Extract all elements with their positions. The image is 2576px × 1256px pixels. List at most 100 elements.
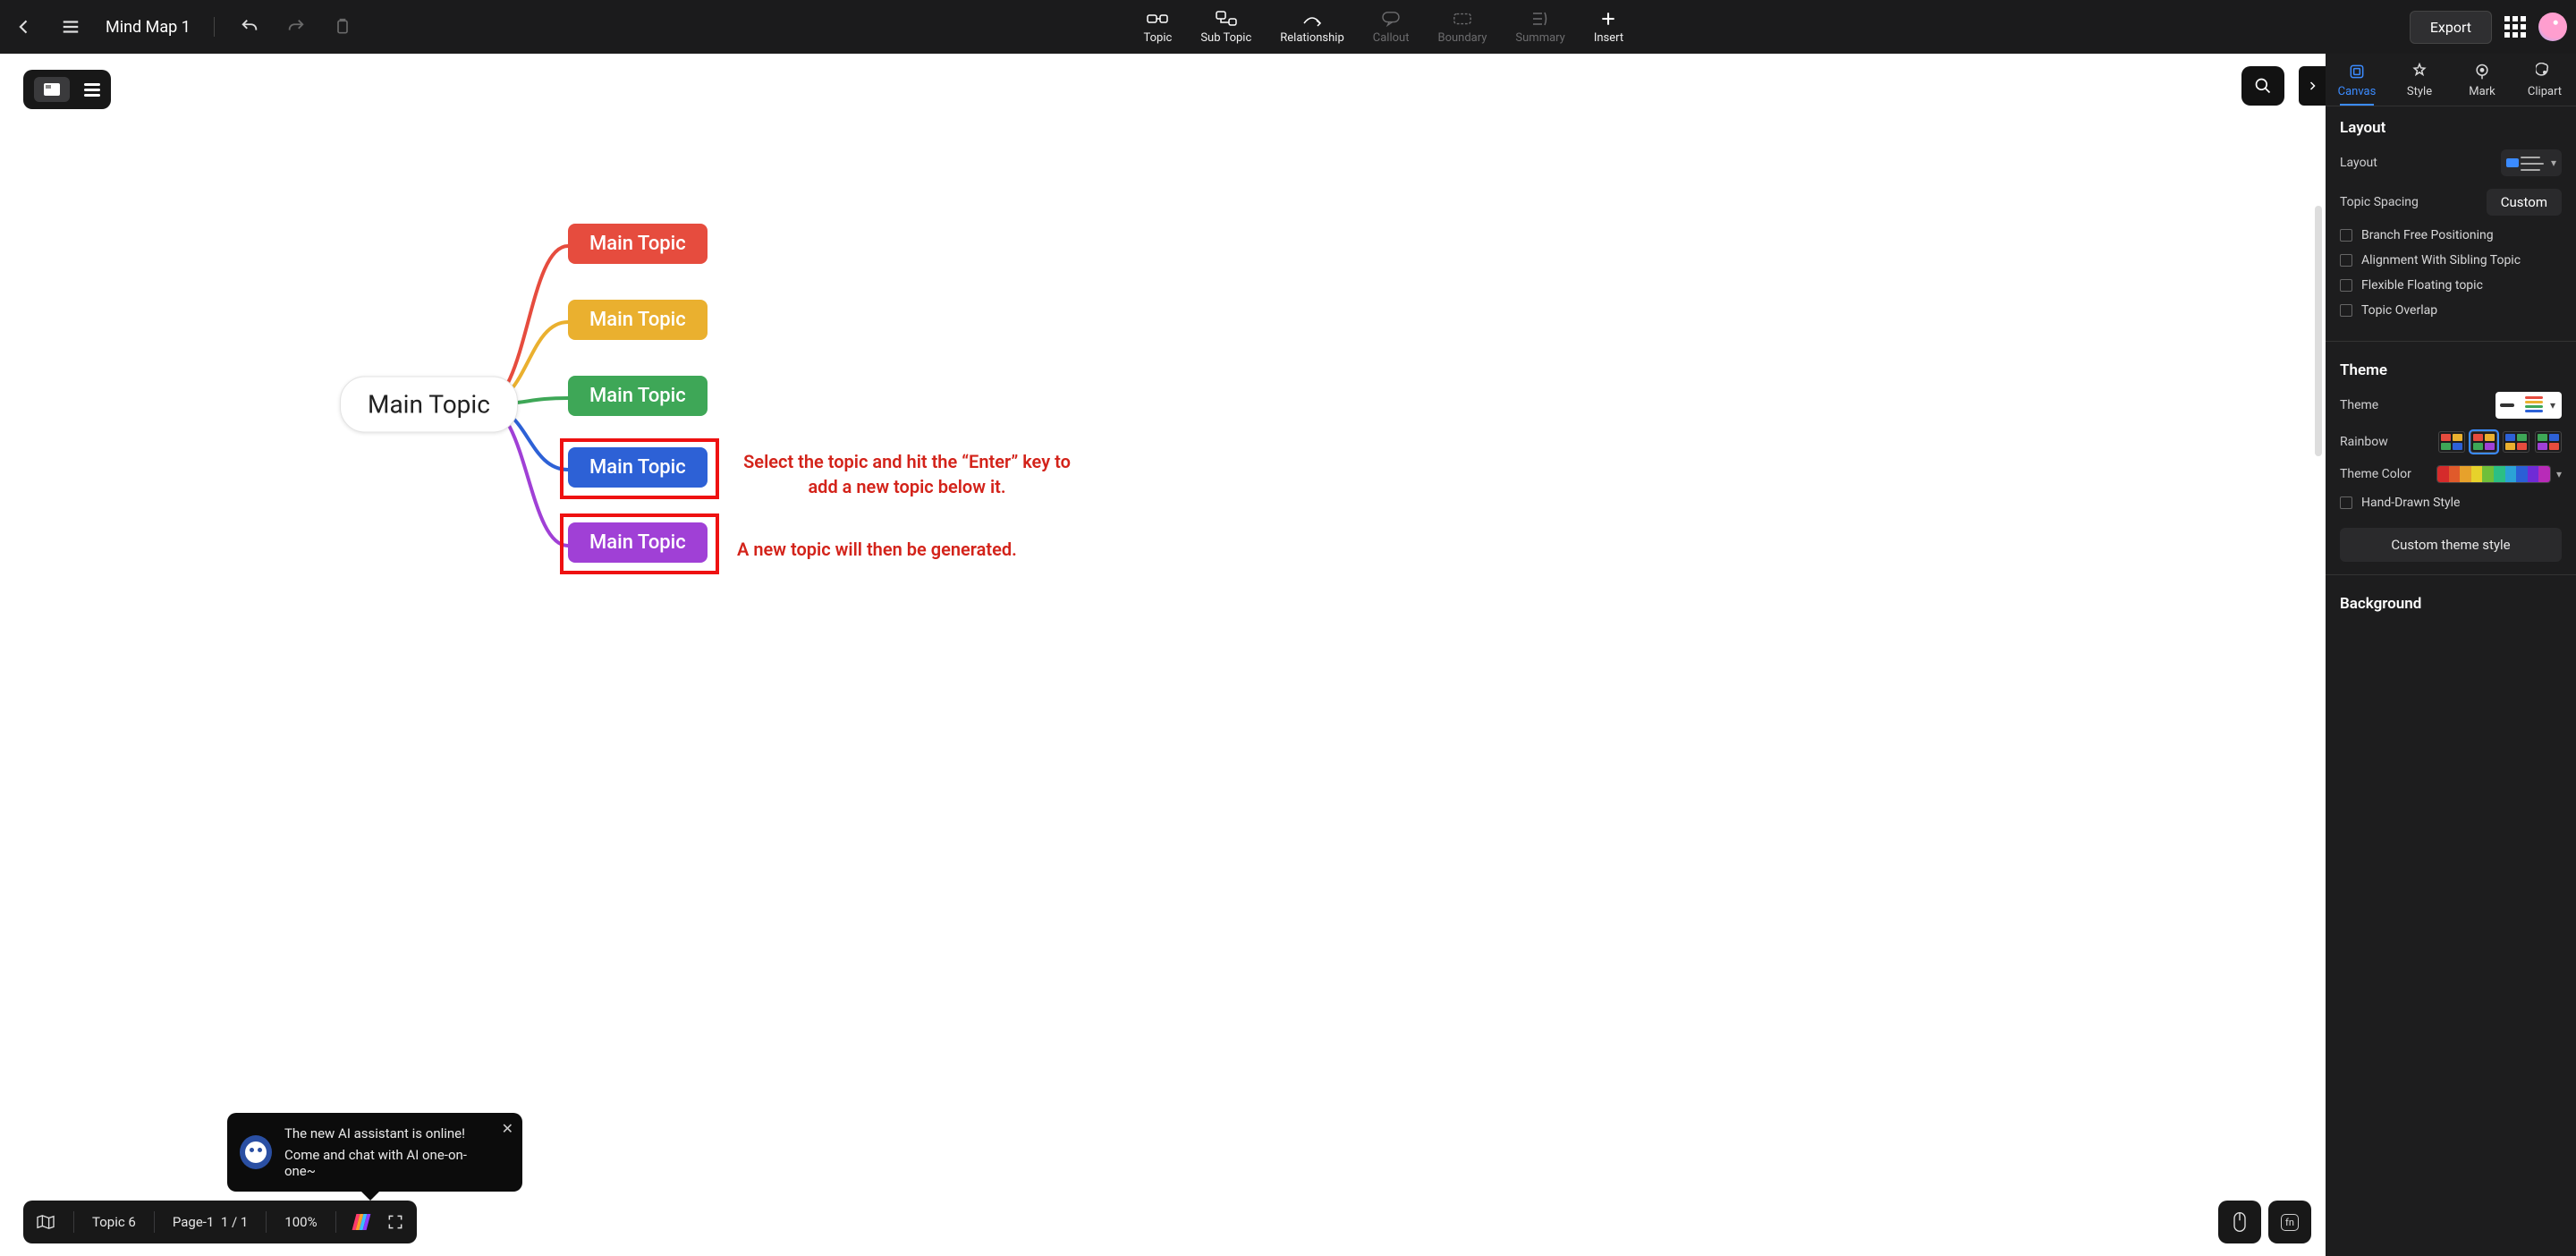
chevron-down-icon[interactable]: ▾ bbox=[2556, 468, 2562, 480]
rainbow-opt-2[interactable] bbox=[2470, 431, 2497, 453]
layout-picker[interactable]: ▾ bbox=[2501, 149, 2562, 176]
search-button[interactable] bbox=[2241, 66, 2284, 106]
apps-icon[interactable] bbox=[2504, 16, 2526, 38]
section-theme-heading: Theme bbox=[2340, 361, 2562, 379]
highlight-box-2 bbox=[560, 513, 719, 574]
status-bar: Topic 6 Page-1 1 / 1 100% bbox=[23, 1201, 417, 1243]
fullscreen-icon[interactable] bbox=[386, 1213, 404, 1231]
menu-icon[interactable] bbox=[55, 12, 86, 42]
cb-align-label: Alignment With Sibling Topic bbox=[2361, 253, 2521, 267]
status-topic-count: Topic 6 bbox=[92, 1214, 136, 1230]
theme-color-label: Theme Color bbox=[2340, 467, 2411, 481]
tab-canvas-label: Canvas bbox=[2338, 85, 2377, 98]
top-bar: Mind Map 1 Topic Sub Topic Relationship … bbox=[0, 0, 2576, 54]
rainbow-opt-3[interactable] bbox=[2503, 431, 2529, 453]
export-button[interactable]: Export bbox=[2410, 11, 2492, 44]
fn-badge: fn bbox=[2281, 1214, 2299, 1231]
undo-icon[interactable] bbox=[234, 12, 265, 42]
ai-rainbow-icon[interactable] bbox=[354, 1214, 369, 1230]
theme-picker[interactable]: ▾ bbox=[2496, 392, 2562, 419]
spacing-label: Topic Spacing bbox=[2340, 195, 2419, 209]
node-1[interactable]: Main Topic bbox=[568, 224, 708, 264]
tab-clipart[interactable]: Clipart bbox=[2513, 54, 2576, 106]
cb-branch-label: Branch Free Positioning bbox=[2361, 228, 2494, 242]
cb-hand-label: Hand-Drawn Style bbox=[2361, 496, 2460, 510]
tab-mark[interactable]: Mark bbox=[2451, 54, 2513, 106]
document-title[interactable]: Mind Map 1 bbox=[106, 18, 191, 37]
mark-icon bbox=[2473, 63, 2491, 81]
ai-bot-icon bbox=[240, 1135, 272, 1169]
node-2[interactable]: Main Topic bbox=[568, 300, 708, 340]
tool-summary-label: Summary bbox=[1515, 31, 1564, 45]
tool-insert[interactable]: Insert bbox=[1594, 10, 1623, 45]
paste-icon[interactable] bbox=[327, 12, 358, 42]
highlight-box-1 bbox=[560, 438, 719, 499]
status-page-label[interactable]: Page-1 bbox=[173, 1214, 215, 1230]
custom-theme-button[interactable]: Custom theme style bbox=[2340, 528, 2562, 562]
cb-overlap-label: Topic Overlap bbox=[2361, 303, 2437, 318]
fn-key-button[interactable]: fn bbox=[2268, 1201, 2311, 1243]
node-3[interactable]: Main Topic bbox=[568, 376, 708, 416]
tool-subtopic-label: Sub Topic bbox=[1200, 31, 1251, 45]
theme-label: Theme bbox=[2340, 398, 2378, 412]
toast-line-1: The new AI assistant is online! bbox=[284, 1125, 487, 1141]
redo-icon[interactable] bbox=[281, 12, 311, 42]
tab-mark-label: Mark bbox=[2469, 85, 2495, 98]
chevron-down-icon: ▾ bbox=[2550, 399, 2559, 412]
tool-boundary: Boundary bbox=[1437, 10, 1487, 45]
collapse-panel-icon[interactable] bbox=[2299, 66, 2326, 106]
subtopic-icon bbox=[1215, 10, 1238, 28]
rainbow-opt-4[interactable] bbox=[2535, 431, 2562, 453]
tool-topic[interactable]: Topic bbox=[1144, 10, 1173, 45]
topic-icon bbox=[1146, 10, 1169, 28]
spacing-custom-button[interactable]: Custom bbox=[2487, 189, 2562, 216]
section-background-heading: Background bbox=[2340, 595, 2562, 613]
rainbow-opt-1[interactable] bbox=[2438, 431, 2465, 453]
tool-callout: Callout bbox=[1373, 10, 1410, 45]
clipart-icon bbox=[2536, 63, 2554, 81]
tab-canvas[interactable]: Canvas bbox=[2326, 54, 2388, 106]
tool-boundary-label: Boundary bbox=[1437, 31, 1487, 45]
avatar[interactable] bbox=[2538, 13, 2567, 41]
map-icon[interactable] bbox=[36, 1214, 55, 1230]
canvas-area[interactable]: Main Topic Main Topic Main Topic Main To… bbox=[0, 54, 2576, 1256]
cb-flexible-floating[interactable]: Flexible Floating topic bbox=[2340, 278, 2562, 293]
status-zoom[interactable]: 100% bbox=[284, 1214, 317, 1230]
tab-style-label: Style bbox=[2407, 85, 2432, 98]
tab-style[interactable]: Style bbox=[2388, 54, 2451, 106]
tab-clipart-label: Clipart bbox=[2528, 85, 2562, 98]
insert-icon bbox=[1597, 10, 1620, 28]
tool-relationship[interactable]: Relationship bbox=[1280, 10, 1343, 45]
toast-line-2: Come and chat with AI one-on-one~ bbox=[284, 1147, 487, 1179]
ai-assistant-toast: The new AI assistant is online! Come and… bbox=[227, 1113, 522, 1192]
rainbow-swatches[interactable] bbox=[2438, 431, 2562, 453]
mouse-mode-button[interactable] bbox=[2218, 1201, 2261, 1243]
cb-flex-label: Flexible Floating topic bbox=[2361, 278, 2483, 293]
cb-topic-overlap[interactable]: Topic Overlap bbox=[2340, 303, 2562, 318]
relationship-icon bbox=[1301, 10, 1324, 28]
theme-thumb-icon bbox=[2498, 395, 2543, 416]
tool-topic-label: Topic bbox=[1144, 31, 1173, 45]
back-icon[interactable] bbox=[9, 12, 39, 42]
style-icon bbox=[2411, 63, 2428, 81]
status-page-num: 1 / 1 bbox=[221, 1214, 249, 1230]
tool-callout-label: Callout bbox=[1373, 31, 1410, 45]
layout-label: Layout bbox=[2340, 156, 2377, 170]
root-node[interactable]: Main Topic bbox=[340, 377, 518, 433]
cb-hand-drawn[interactable]: Hand-Drawn Style bbox=[2340, 496, 2562, 510]
cb-branch-free[interactable]: Branch Free Positioning bbox=[2340, 228, 2562, 242]
annotation-1: Select the topic and hit the “Enter” key… bbox=[737, 449, 1077, 499]
boundary-icon bbox=[1451, 10, 1474, 28]
chevron-down-icon: ▾ bbox=[2551, 157, 2556, 169]
close-icon[interactable]: ✕ bbox=[502, 1120, 513, 1137]
separator bbox=[214, 17, 215, 37]
tool-insert-label: Insert bbox=[1594, 31, 1623, 45]
annotation-2: A new topic will then be generated. bbox=[737, 537, 1017, 562]
theme-color-bar[interactable] bbox=[2436, 465, 2551, 483]
summary-icon bbox=[1529, 10, 1552, 28]
cb-align-sibling[interactable]: Alignment With Sibling Topic bbox=[2340, 253, 2562, 267]
scrollbar[interactable] bbox=[2315, 206, 2322, 456]
tool-subtopic[interactable]: Sub Topic bbox=[1200, 10, 1251, 45]
section-layout-heading: Layout bbox=[2340, 119, 2562, 137]
tool-summary: Summary bbox=[1515, 10, 1564, 45]
